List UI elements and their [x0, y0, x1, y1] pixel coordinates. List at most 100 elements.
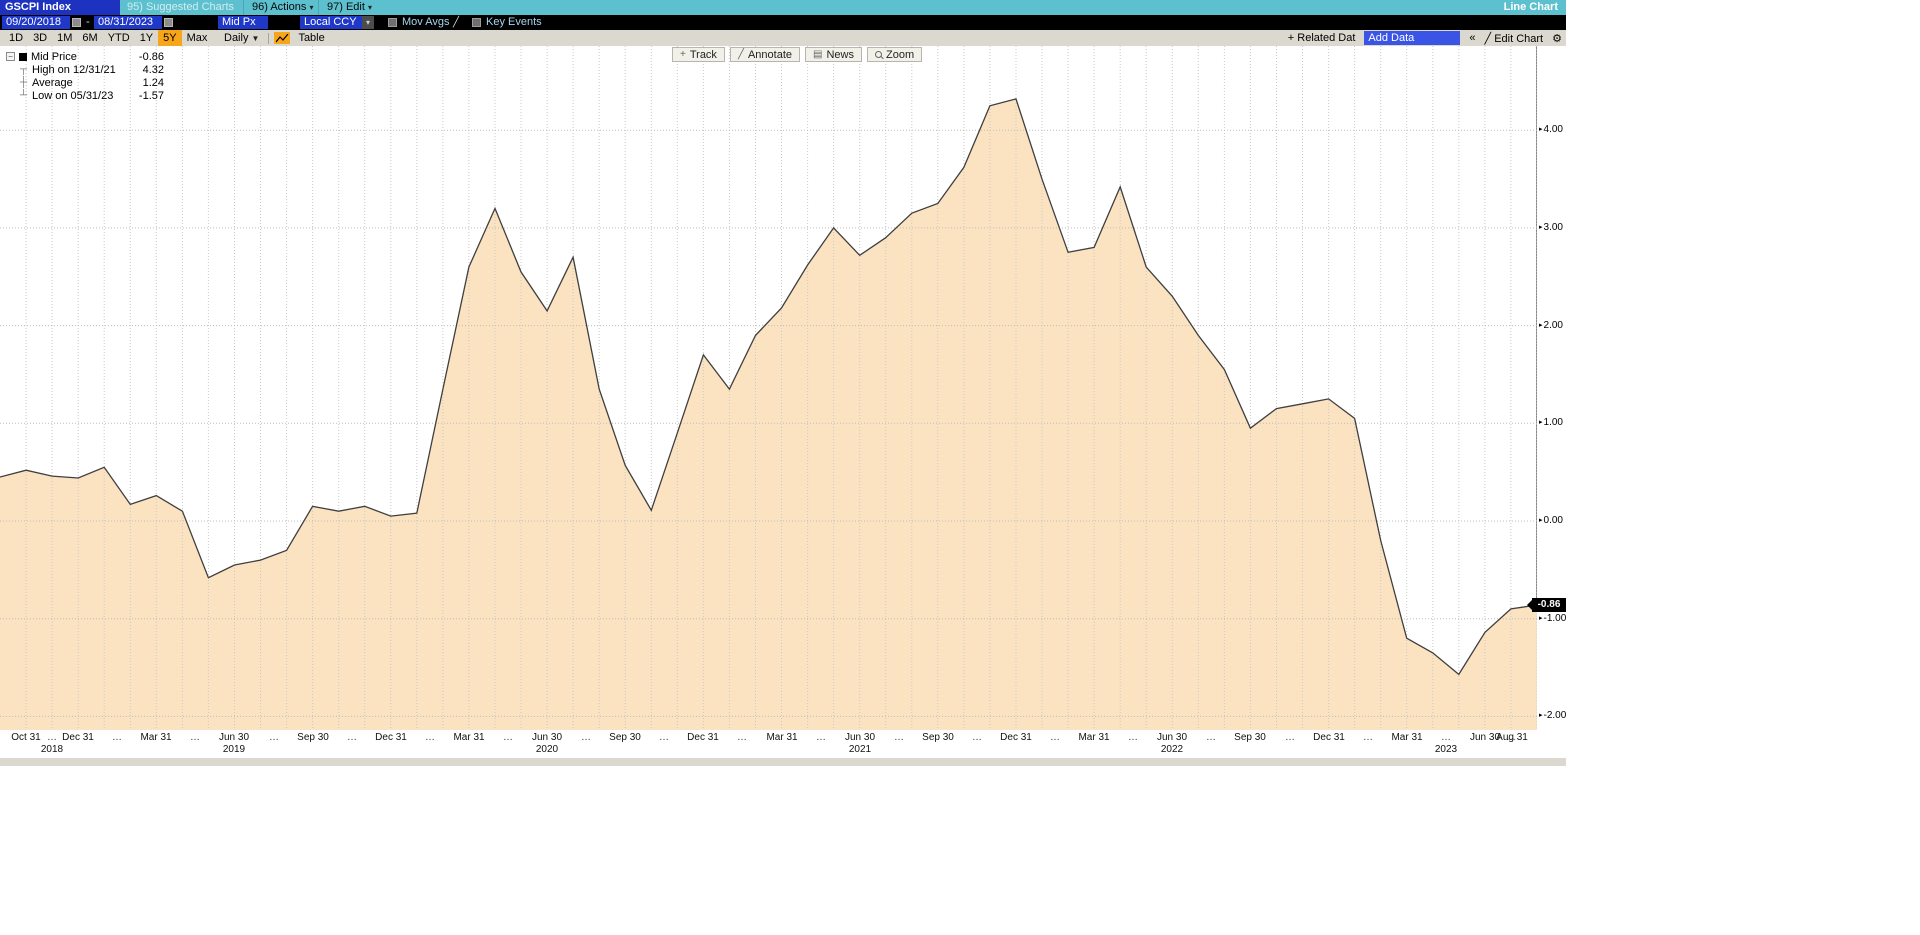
- x-year-label: 2018: [41, 744, 63, 755]
- start-date-field[interactable]: 09/20/2018: [2, 16, 70, 29]
- zoom-label: Zoom: [886, 49, 914, 61]
- actions-label: 96) Actions: [252, 1, 306, 13]
- x-tick-label: Mar 31: [1391, 732, 1422, 743]
- range-button-1y[interactable]: 1Y: [135, 30, 158, 46]
- related-data-button[interactable]: + Related Dat: [1288, 32, 1356, 44]
- legend-expander-icon[interactable]: −: [6, 52, 15, 61]
- actions-menu-button[interactable]: 96) Actions ▾: [243, 0, 322, 15]
- y-axis-label: ▸2.00: [1539, 320, 1563, 331]
- y-tick-arrow-icon: ▸: [1539, 126, 1543, 133]
- mov-avgs-label[interactable]: Mov Avgs: [402, 15, 450, 30]
- edit-chart-button[interactable]: ╱ Edit Chart: [1485, 32, 1544, 45]
- bottom-bar: [0, 758, 1566, 766]
- x-year-label: 2020: [536, 744, 558, 755]
- currency-selector[interactable]: Local CCY: [300, 16, 362, 29]
- series-swatch-icon: [19, 53, 27, 61]
- track-icon: +: [680, 50, 686, 60]
- key-events-label[interactable]: Key Events: [486, 15, 542, 30]
- y-tick-arrow-icon: ▸: [1539, 615, 1543, 622]
- series-label: Mid Price: [31, 51, 77, 63]
- x-tick-label: Dec 31: [687, 732, 719, 743]
- chevron-down-icon: ▾: [309, 3, 313, 12]
- x-year-label: 2019: [223, 744, 245, 755]
- x-axis-ellipsis: …: [1441, 732, 1451, 743]
- range-button-ytd[interactable]: YTD: [103, 30, 135, 46]
- frequency-group: Daily ▼ Table: [210, 30, 325, 46]
- key-events-checkbox[interactable]: [472, 18, 481, 27]
- calendar-icon[interactable]: [164, 18, 173, 27]
- annotate-button[interactable]: ╱ Annotate: [730, 47, 800, 62]
- bloomberg-chart-window: GSCPI Index 95) Suggested Charts 96) Act…: [0, 0, 1566, 766]
- edit-menu-button[interactable]: 97) Edit ▾: [318, 0, 380, 15]
- y-axis-label: ▸1.00: [1539, 417, 1563, 428]
- collapse-button[interactable]: «: [1469, 32, 1475, 44]
- x-tick-label: Mar 31: [766, 732, 797, 743]
- mov-avgs-checkbox[interactable]: [388, 18, 397, 27]
- suggested-charts-button[interactable]: 95) Suggested Charts: [127, 0, 234, 15]
- range-button-group: 1D3D1M6MYTD1Y5YMax: [4, 30, 212, 46]
- chevron-down-icon: ▾: [368, 3, 372, 12]
- range-button-5y[interactable]: 5Y: [158, 30, 181, 46]
- x-tick-label: Oct 31: [11, 732, 40, 743]
- x-year-label: 2023: [1435, 744, 1457, 755]
- calendar-icon[interactable]: [72, 18, 81, 27]
- track-button[interactable]: + Track: [672, 47, 725, 62]
- average-marker-icon: ┼: [19, 77, 28, 88]
- high-value: 4.32: [143, 64, 164, 76]
- gear-icon[interactable]: ⚙: [1552, 32, 1562, 45]
- y-tick-arrow-icon: ▸: [1539, 224, 1543, 231]
- top-menu-bar: GSCPI Index 95) Suggested Charts 96) Act…: [0, 0, 1566, 15]
- x-axis-ellipsis: …: [1128, 732, 1138, 743]
- table-button[interactable]: Table: [298, 32, 324, 44]
- legend-row-high: ┬ High on 12/31/21 4.32: [6, 63, 164, 76]
- range-bar-right-group: + Related Dat Add Data « ╱ Edit Chart ⚙: [1288, 30, 1562, 46]
- range-button-1m[interactable]: 1M: [52, 30, 77, 46]
- x-axis-ellipsis: …: [1285, 732, 1295, 743]
- end-date-field[interactable]: 08/31/2023: [94, 16, 162, 29]
- currency-dropdown-icon[interactable]: ▾: [362, 16, 374, 29]
- x-axis-ellipsis: …: [112, 732, 122, 743]
- x-axis-ellipsis: …: [659, 732, 669, 743]
- frequency-label: Daily: [224, 32, 248, 44]
- chart-legend[interactable]: − Mid Price -0.86 ┬ High on 12/31/21 4.3…: [6, 50, 164, 102]
- frequency-selector[interactable]: Daily ▼: [220, 32, 263, 44]
- chart-plot-area[interactable]: [0, 46, 1537, 730]
- chart-type-label: Line Chart: [1504, 0, 1558, 15]
- chart-plot[interactable]: [0, 46, 1537, 730]
- x-axis-ellipsis: …: [47, 732, 57, 743]
- x-tick-label: Mar 31: [1078, 732, 1109, 743]
- x-year-label: 2022: [1161, 744, 1183, 755]
- average-value: 1.24: [143, 77, 164, 89]
- x-tick-label: Sep 30: [297, 732, 329, 743]
- news-button[interactable]: ▤ News: [805, 47, 862, 62]
- legend-row-mid-price[interactable]: − Mid Price -0.86: [6, 50, 164, 63]
- x-axis-ellipsis: …: [425, 732, 435, 743]
- track-label: Track: [690, 49, 717, 61]
- chevron-down-icon: ▼: [252, 34, 260, 43]
- y-axis-label: ▸-1.00: [1539, 613, 1566, 624]
- x-tick-label: Sep 30: [922, 732, 954, 743]
- range-button-3d[interactable]: 3D: [28, 30, 52, 46]
- x-axis-ellipsis: …: [972, 732, 982, 743]
- price-field-selector[interactable]: Mid Px: [218, 16, 268, 29]
- mov-avgs-edit-pencil-icon[interactable]: ╱: [453, 15, 459, 30]
- x-tick-label: Jun 30: [219, 732, 249, 743]
- x-tick-label: Mar 31: [453, 732, 484, 743]
- zoom-button[interactable]: Zoom: [867, 47, 922, 62]
- add-data-field[interactable]: Add Data: [1364, 31, 1460, 45]
- range-button-1d[interactable]: 1D: [4, 30, 28, 46]
- x-tick-label: Sep 30: [609, 732, 641, 743]
- chart-type-icon[interactable]: [274, 32, 290, 44]
- range-button-6m[interactable]: 6M: [77, 30, 102, 46]
- x-tick-label: Aug 31: [1496, 732, 1528, 743]
- range-button-max[interactable]: Max: [182, 30, 213, 46]
- plus-icon: +: [1288, 32, 1294, 44]
- last-price-badge: -0.86: [1532, 598, 1566, 612]
- chart-toolbar: + Track ╱ Annotate ▤ News Zoom: [672, 47, 922, 62]
- x-tick-label: Jun 30: [845, 732, 875, 743]
- pencil-icon: ╱: [1485, 33, 1492, 45]
- x-axis-ellipsis: …: [1363, 732, 1373, 743]
- x-tick-label: Jun 30: [1157, 732, 1187, 743]
- security-field[interactable]: GSCPI Index: [0, 0, 120, 15]
- range-bar: 1D3D1M6MYTD1Y5YMax Daily ▼ Table + Relat…: [0, 30, 1566, 46]
